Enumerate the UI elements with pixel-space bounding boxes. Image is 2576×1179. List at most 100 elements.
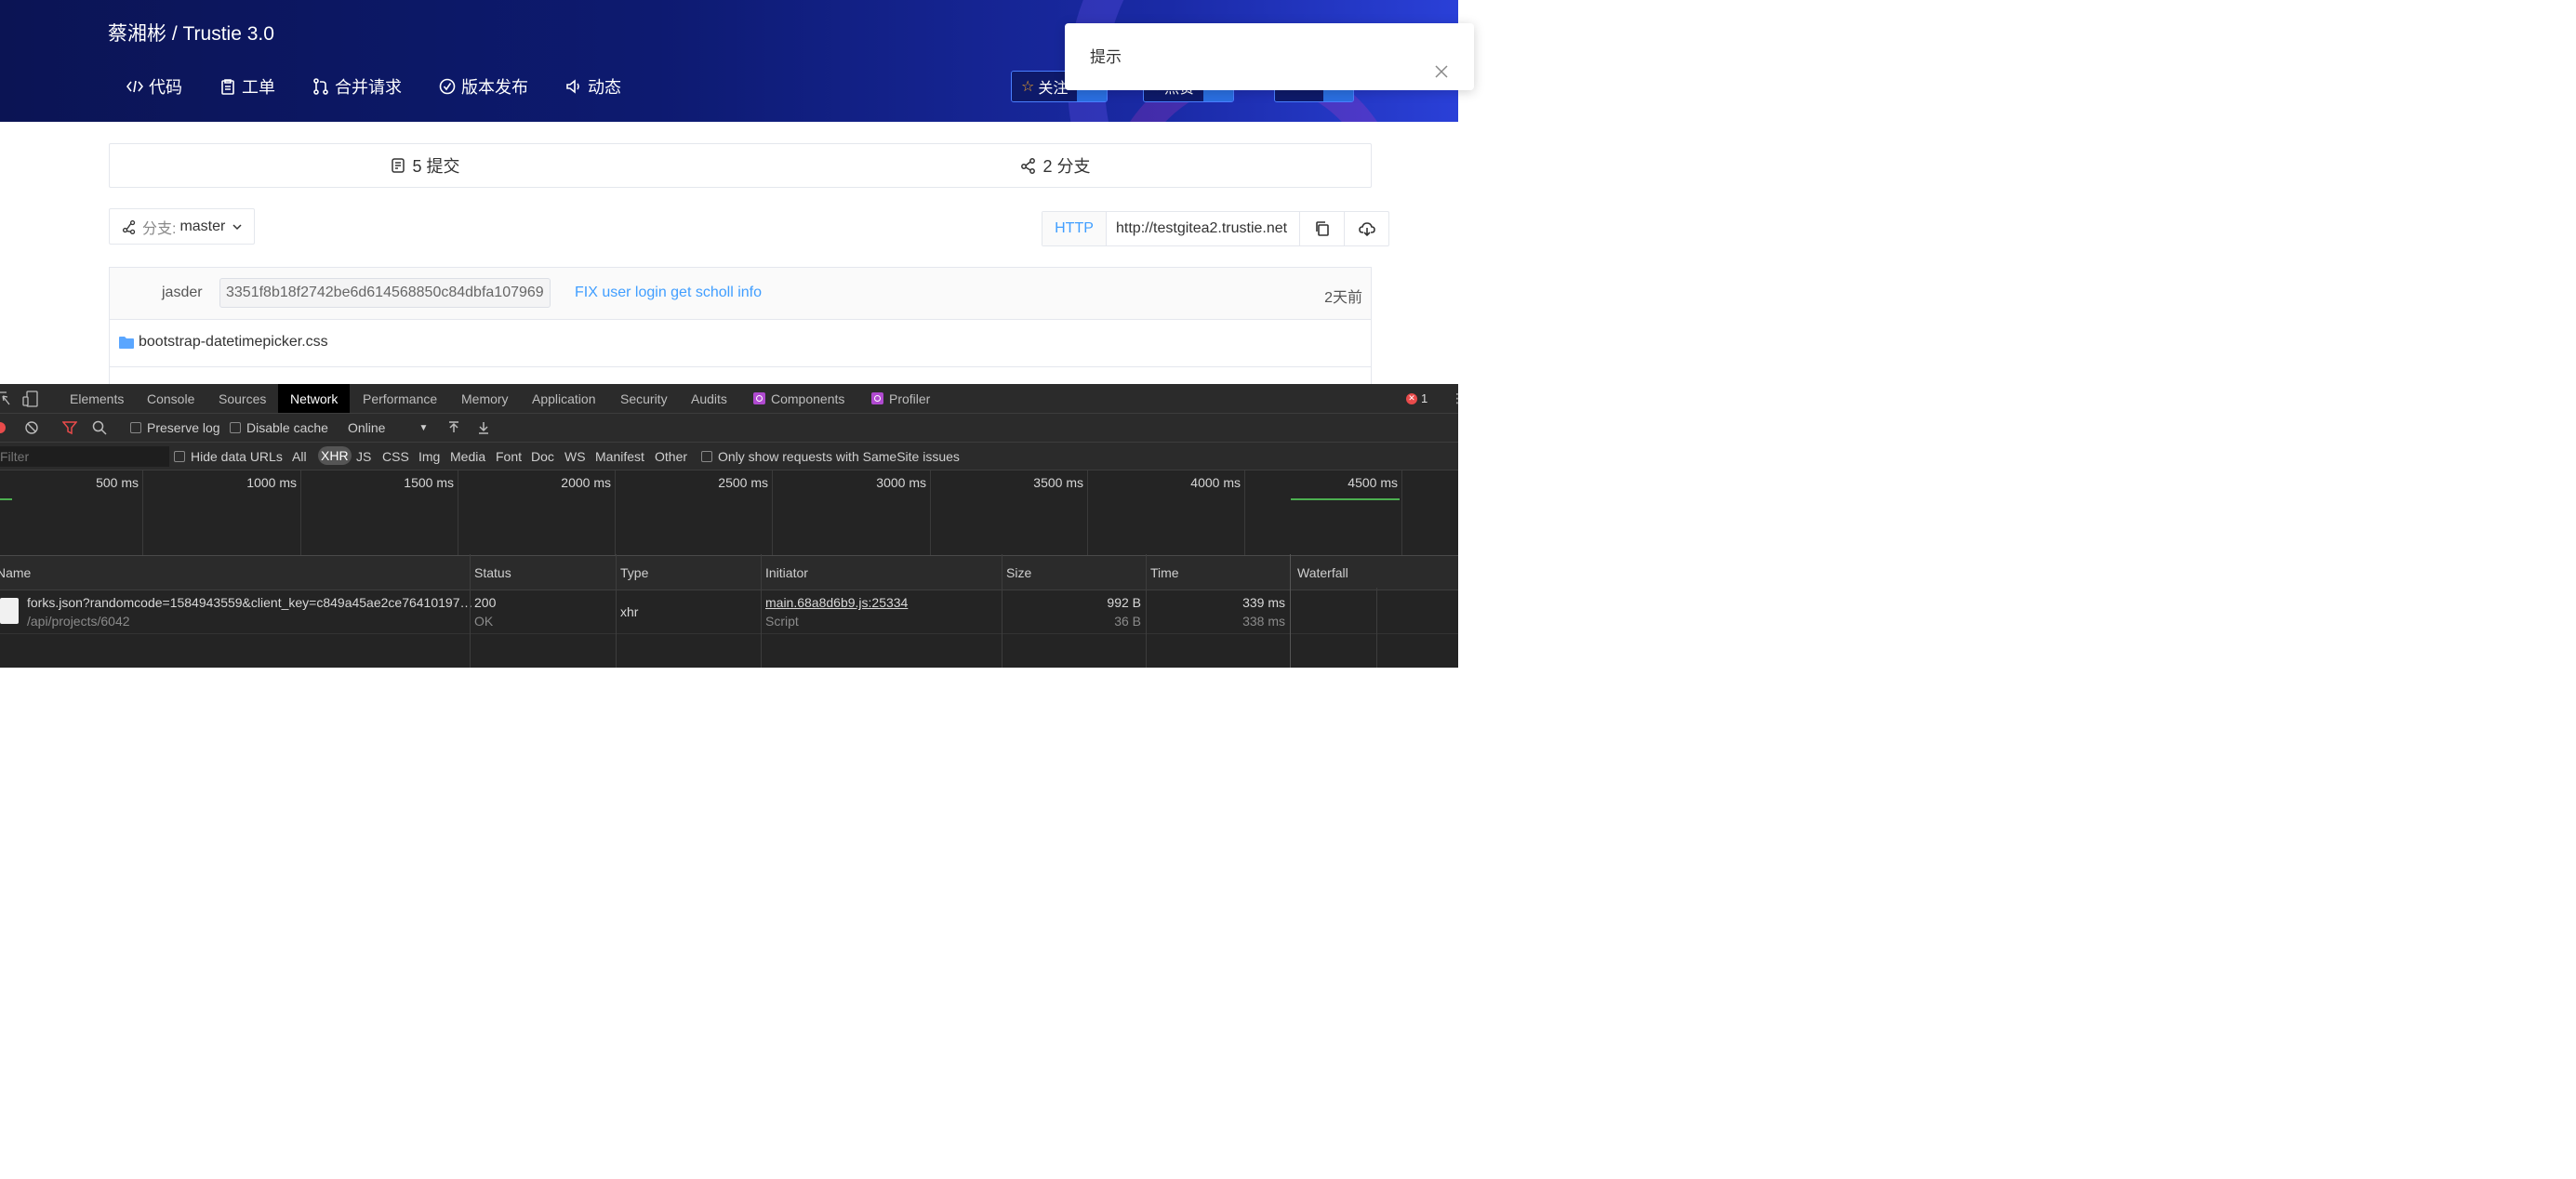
filter-input[interactable] — [0, 446, 169, 467]
column-divider[interactable] — [761, 554, 762, 668]
nav-issues[interactable]: 工单 — [219, 74, 275, 99]
col-type[interactable]: Type — [620, 556, 648, 590]
filter-ws[interactable]: WS — [564, 443, 586, 470]
clear-button[interactable] — [25, 414, 38, 442]
request-status-text: OK — [474, 614, 494, 629]
tab-console[interactable]: Console — [147, 384, 194, 413]
tab-performance[interactable]: Performance — [363, 384, 437, 413]
network-overview-timeline[interactable]: 500 ms 1000 ms 1500 ms 2000 ms 2500 ms 3… — [0, 470, 1458, 556]
tab-security[interactable]: Security — [620, 384, 668, 413]
react-icon — [871, 392, 883, 404]
timeline-tick: 3000 ms — [772, 470, 931, 555]
filter-toggle-button[interactable] — [62, 414, 77, 442]
request-size: 992 B — [1107, 595, 1141, 610]
col-time[interactable]: Time — [1150, 556, 1179, 590]
filter-font[interactable]: Font — [496, 443, 522, 470]
col-initiator[interactable]: Initiator — [765, 556, 808, 590]
caret-down-icon: ▼ — [418, 422, 429, 433]
branches-count: 2 分支 — [1042, 157, 1091, 176]
download-button[interactable] — [1345, 212, 1388, 245]
clone-url-input[interactable] — [1107, 212, 1300, 245]
nav-releases[interactable]: 版本发布 — [439, 74, 528, 99]
more-options-icon[interactable]: ⋮ — [1451, 384, 1464, 413]
error-counter[interactable]: ✕ 1 — [1406, 391, 1427, 405]
hide-data-urls-checkbox[interactable]: Hide data URLs — [174, 443, 283, 470]
request-name[interactable]: forks.json?randomcode=1584943559&client_… — [27, 595, 472, 610]
branches-link[interactable]: 2 分支 — [740, 144, 1371, 187]
commit-author[interactable]: jasder — [162, 285, 203, 301]
timeline-request-bar — [0, 498, 12, 500]
col-waterfall[interactable]: Waterfall — [1297, 556, 1348, 590]
tab-components[interactable]: Components — [753, 384, 844, 413]
request-initiator[interactable]: main.68a8d6b9.js:25334 — [765, 595, 908, 610]
filter-doc[interactable]: Doc — [531, 443, 554, 470]
commit-message[interactable]: FIX user login get scholl info — [575, 285, 762, 301]
filter-manifest[interactable]: Manifest — [595, 443, 644, 470]
tab-elements[interactable]: Elements — [70, 384, 124, 413]
checkbox-icon — [701, 450, 712, 462]
list-item[interactable]: bootstrap-datetimepicker.css — [110, 320, 1371, 367]
protocol-label[interactable]: HTTP — [1042, 212, 1107, 245]
tab-profiler[interactable]: Profiler — [871, 384, 930, 413]
checkbox-icon — [174, 450, 185, 462]
search-button[interactable] — [92, 414, 107, 442]
record-button[interactable] — [0, 414, 6, 442]
filter-other[interactable]: Other — [655, 443, 687, 470]
nav-merge-requests[interactable]: 合并请求 — [312, 74, 402, 99]
preserve-log-checkbox[interactable]: Preserve log — [130, 414, 220, 442]
export-har-button[interactable] — [477, 414, 490, 442]
react-icon — [753, 392, 765, 404]
column-divider[interactable] — [1002, 554, 1003, 668]
repo-title[interactable]: 蔡湘彬 / Trustie 3.0 — [108, 19, 274, 46]
request-latency: 338 ms — [1242, 614, 1285, 629]
branch-selector[interactable]: 分支: master — [109, 208, 255, 245]
file-name[interactable]: bootstrap-datetimepicker.css — [139, 334, 328, 351]
block-icon — [25, 421, 38, 434]
inspect-element-button[interactable] — [0, 384, 11, 413]
branch-prefix: 分支: — [142, 220, 177, 237]
col-name[interactable]: Name — [0, 556, 31, 590]
commits-link[interactable]: 5 提交 — [110, 144, 740, 187]
filter-css[interactable]: CSS — [382, 443, 409, 470]
network-filter-bar: Hide data URLs All XHR JS CSS Img Media … — [0, 443, 1458, 470]
commit-time: 2天前 — [1324, 290, 1362, 306]
tab-network[interactable]: Network — [278, 384, 351, 413]
samesite-checkbox[interactable]: Only show requests with SameSite issues — [701, 443, 960, 470]
filter-js[interactable]: JS — [356, 443, 371, 470]
disable-cache-label: Disable cache — [246, 420, 328, 435]
filter-all[interactable]: All — [292, 443, 307, 470]
copy-button[interactable] — [1300, 212, 1345, 245]
filter-media[interactable]: Media — [450, 443, 485, 470]
column-divider[interactable] — [1290, 554, 1291, 668]
waterfall-gridline — [1376, 588, 1377, 668]
tab-memory[interactable]: Memory — [461, 384, 509, 413]
column-divider[interactable] — [1146, 554, 1147, 668]
close-icon[interactable] — [1435, 65, 1448, 78]
commit-sha[interactable]: 3351f8b18f2742be6d614568850c84dbfa107969 — [219, 278, 551, 308]
table-row[interactable]: forks.json?randomcode=1584943559&client_… — [0, 590, 1458, 634]
nav-code[interactable]: 代码 — [126, 74, 182, 99]
request-time: 339 ms — [1242, 595, 1285, 610]
throttle-select[interactable]: Online ▼ — [348, 414, 428, 442]
request-resource-size: 36 B — [1114, 614, 1141, 629]
filter-img[interactable]: Img — [418, 443, 440, 470]
tab-application[interactable]: Application — [532, 384, 596, 413]
column-divider[interactable] — [470, 554, 471, 668]
filter-icon — [62, 421, 77, 435]
import-har-button[interactable] — [447, 414, 460, 442]
tab-sources[interactable]: Sources — [219, 384, 266, 413]
chevron-down-icon — [232, 223, 242, 230]
device-toggle-button[interactable] — [22, 384, 39, 413]
disable-cache-checkbox[interactable]: Disable cache — [230, 414, 328, 442]
file-list: jasder 3351f8b18f2742be6d614568850c84dbf… — [109, 267, 1372, 415]
nav-activity[interactable]: 动态 — [565, 74, 621, 99]
tab-profiler-label: Profiler — [889, 391, 931, 406]
tab-audits[interactable]: Audits — [691, 384, 727, 413]
filter-xhr[interactable]: XHR — [318, 446, 352, 465]
column-divider[interactable] — [616, 554, 617, 668]
col-status[interactable]: Status — [474, 556, 511, 590]
timeline-tick: 1000 ms — [142, 470, 301, 555]
preserve-log-label: Preserve log — [147, 420, 220, 435]
col-size[interactable]: Size — [1006, 556, 1031, 590]
branch-icon — [122, 219, 136, 234]
